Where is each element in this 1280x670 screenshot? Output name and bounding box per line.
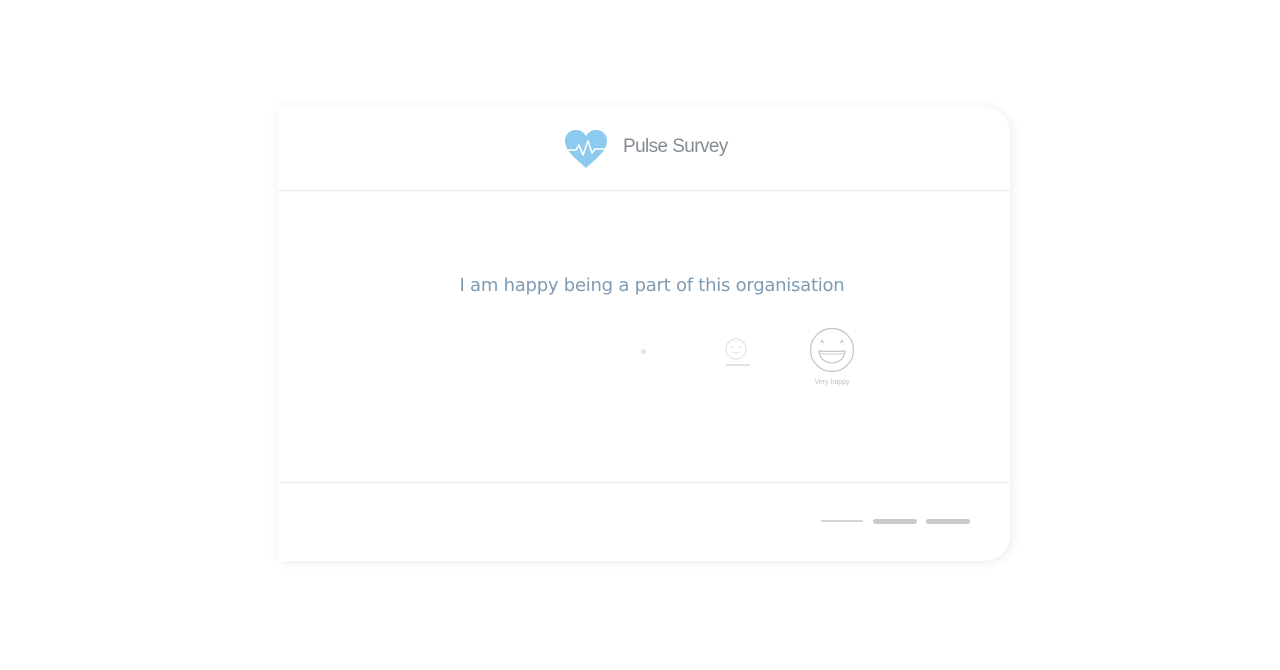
progress-step-3 [926, 519, 970, 524]
progress-step-1 [821, 520, 863, 522]
very-happy-label: Very happy [814, 379, 850, 386]
card-header: Pulse Survey [278, 107, 1010, 191]
neutral-face-icon[interactable] [724, 337, 748, 367]
neutral-face-label [726, 364, 750, 366]
card-footer [278, 482, 1010, 562]
heart-pulse-icon [565, 130, 607, 168]
survey-card: Pulse Survey I am happy being a part of … [278, 107, 1010, 561]
progress-step-2 [873, 519, 917, 524]
grinning-face-icon[interactable] [808, 326, 856, 374]
question-text: I am happy being a part of this organisa… [459, 275, 845, 296]
app-title: Pulse Survey [623, 136, 728, 157]
question-panel: I am happy being a part of this organisa… [278, 191, 1010, 482]
answer-option-dot[interactable] [641, 349, 646, 354]
stage: Pulse Survey I am happy being a part of … [0, 0, 1280, 670]
